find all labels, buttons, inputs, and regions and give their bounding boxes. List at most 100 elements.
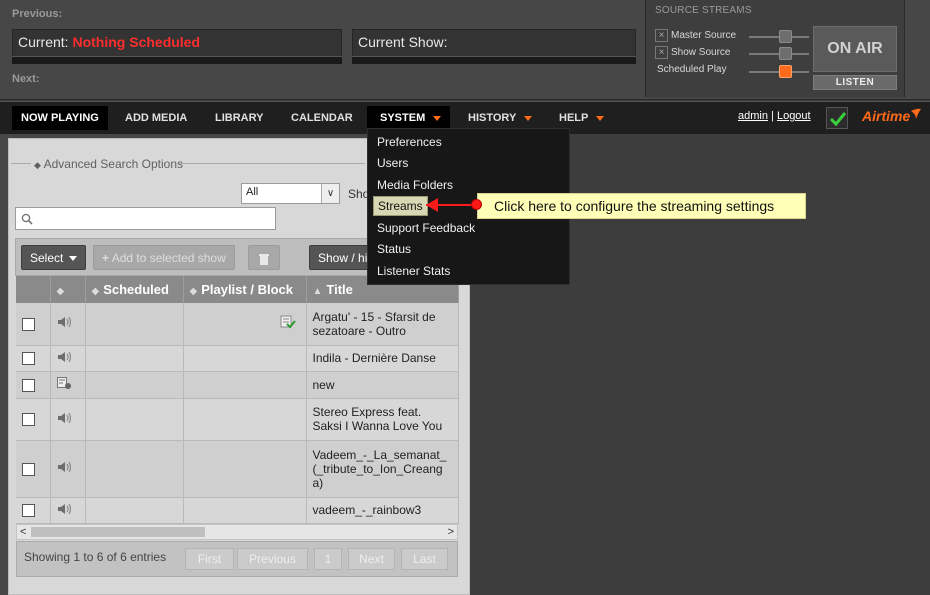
menu-item-preferences[interactable]: Preferences — [377, 135, 442, 149]
speaker-icon — [57, 412, 71, 423]
scheduled-play-toggle[interactable] — [779, 65, 792, 78]
page-last-button[interactable]: Last — [401, 548, 448, 570]
nav-calendar[interactable]: CALENDAR — [282, 106, 362, 130]
chevron-down-icon — [69, 256, 78, 262]
row-checkbox[interactable] — [22, 352, 35, 366]
nav-history[interactable]: HISTORY — [459, 106, 541, 130]
menu-item-users[interactable]: Users — [377, 156, 408, 170]
table-row[interactable]: vadeem_-_rainbow3 — [16, 497, 459, 524]
user-link[interactable]: admin — [738, 110, 768, 122]
logo-swoosh-icon — [911, 108, 922, 119]
playlist-column-header[interactable]: ◆ Playlist / Block — [183, 276, 307, 303]
menu-item-support-feedback[interactable]: Support Feedback — [377, 221, 475, 235]
row-checkbox[interactable] — [22, 378, 35, 392]
row-checkbox-cell — [16, 371, 51, 399]
row-checkbox[interactable] — [22, 317, 35, 331]
callout-arrow-icon — [426, 198, 438, 212]
plus-icon: + — [102, 251, 110, 265]
row-scheduled-cell — [85, 345, 184, 372]
page-next-button[interactable]: Next — [348, 548, 395, 570]
show-source-close-icon[interactable]: × — [655, 46, 668, 59]
select-button-label: Select — [30, 251, 64, 265]
entries-info: Showing 1 to 6 of 6 entries — [24, 550, 167, 564]
menu-item-media-folders[interactable]: Media Folders — [377, 178, 453, 192]
nav-add-media[interactable]: ADD MEDIA — [116, 106, 196, 130]
row-playlist-cell — [183, 371, 307, 399]
menu-item-streams[interactable]: Streams — [373, 196, 428, 216]
title-column-label: Title — [326, 282, 353, 297]
row-checkbox-cell — [16, 497, 51, 524]
row-playlist-cell — [183, 345, 307, 372]
nav-system-label: SYSTEM — [380, 112, 426, 124]
current-value: Nothing Scheduled — [72, 34, 201, 50]
on-air-indicator: ON AIR — [813, 26, 897, 72]
current-show-progress — [352, 56, 636, 64]
row-checkbox[interactable] — [22, 462, 35, 476]
row-title-cell: Argatu' - 15 - Sfarsit de sezatoare - Ou… — [306, 303, 459, 346]
filter-select[interactable]: All ∨ — [241, 183, 340, 204]
checkbox-column-header — [16, 276, 51, 303]
menu-item-status[interactable]: Status — [377, 242, 411, 256]
logout-link[interactable]: Logout — [777, 110, 811, 122]
master-source-toggle[interactable] — [779, 30, 792, 43]
scrollbar-thumb[interactable] — [31, 527, 205, 537]
row-scheduled-cell — [85, 497, 184, 524]
on-air-box: ON AIR LISTEN — [813, 26, 897, 93]
row-title-cell: Stereo Express feat. Saksi I Wanna Love … — [306, 398, 459, 441]
nav-now-playing[interactable]: NOW PLAYING — [12, 106, 108, 130]
in-playlist-check-icon — [280, 315, 296, 329]
row-type-cell — [50, 497, 86, 524]
row-scheduled-cell — [85, 398, 184, 441]
search-icon — [21, 213, 33, 225]
current-show-box: Current Show: — [352, 29, 636, 56]
add-to-show-button[interactable]: + Add to selected show — [93, 245, 235, 270]
user-separator: | — [771, 110, 774, 122]
nav-system[interactable]: SYSTEM — [367, 106, 451, 130]
advanced-search-label: Advanced Search Options — [43, 157, 184, 171]
row-title-cell: Vadeem_-_La_semanat_(_tribute_to_Ion_Cre… — [306, 440, 459, 498]
page-first-button[interactable]: First — [185, 548, 234, 570]
sort-icon: ◆ — [189, 286, 198, 297]
fieldset-line — [11, 163, 31, 164]
table-row[interactable]: new — [16, 371, 459, 399]
master-source-close-icon[interactable]: × — [655, 29, 668, 42]
table-row[interactable]: Argatu' - 15 - Sfarsit de sezatoare - Ou… — [16, 303, 459, 346]
search-input[interactable] — [15, 207, 276, 230]
delete-button[interactable] — [248, 245, 280, 270]
menu-item-listener-stats[interactable]: Listener Stats — [377, 264, 450, 278]
row-checkbox[interactable] — [22, 504, 35, 518]
listen-button[interactable]: LISTEN — [813, 75, 897, 90]
select-button[interactable]: Select — [21, 245, 87, 270]
type-column-header[interactable]: ◆ — [50, 276, 86, 303]
row-title-cell: vadeem_-_rainbow3 — [306, 497, 459, 524]
nav-help[interactable]: HELP — [550, 106, 613, 130]
page-previous-button[interactable]: Previous — [237, 548, 308, 570]
sort-asc-icon: ▲ — [312, 286, 323, 297]
brand-text: Airtime — [862, 108, 911, 124]
row-checkbox[interactable] — [22, 413, 35, 427]
horizontal-scrollbar[interactable]: < > — [16, 524, 458, 540]
source-streams-title: SOURCE STREAMS — [655, 5, 752, 16]
page-number-button[interactable]: 1 — [314, 548, 342, 570]
nav-library[interactable]: LIBRARY — [206, 106, 272, 130]
show-hide-columns-button[interactable]: Show / hi — [309, 245, 369, 270]
user-info: admin | Logout — [738, 110, 811, 122]
advanced-search-toggle[interactable]: ◆ Advanced Search Options — [34, 157, 183, 171]
nav-help-label: HELP — [559, 112, 589, 124]
table-row[interactable]: Stereo Express feat. Saksi I Wanna Love … — [16, 398, 459, 441]
sort-icon: ◆ — [91, 286, 100, 297]
scheduled-column-header[interactable]: ◆ Scheduled — [85, 276, 184, 303]
row-checkbox-cell — [16, 345, 51, 372]
scroll-left-icon[interactable]: < — [20, 525, 26, 539]
table-row[interactable]: Indila - Dernière Danse — [16, 345, 459, 372]
master-source-label: Master Source — [671, 30, 737, 41]
speaker-icon — [57, 503, 71, 514]
show-source-toggle[interactable] — [779, 47, 792, 60]
row-type-cell — [50, 371, 86, 399]
scroll-right-icon[interactable]: > — [448, 525, 454, 539]
nav-calendar-label: CALENDAR — [291, 112, 353, 124]
row-title-cell: new — [306, 371, 459, 399]
speaker-icon — [57, 316, 71, 328]
table-row[interactable]: Vadeem_-_La_semanat_(_tribute_to_Ion_Cre… — [16, 440, 459, 498]
chevron-down-icon — [524, 115, 533, 121]
